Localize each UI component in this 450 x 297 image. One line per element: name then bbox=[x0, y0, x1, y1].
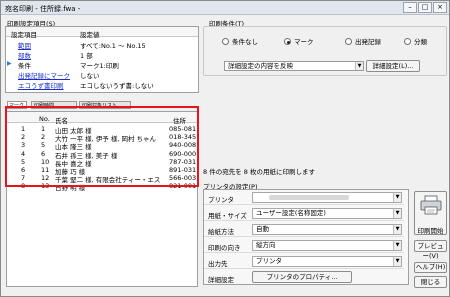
printer-setting-row: 用紙・サイズ ユーザー設定(名称固定) ▼ bbox=[204, 206, 404, 221]
settings-table: 設定項目 設定値 範囲 すべて:No.1 ～ No.15 部数 1 部 ▶ 条件 マーク1:… bbox=[5, 26, 199, 93]
condition-combo[interactable]: 詳細設定の内容を反映 ▼ bbox=[224, 61, 364, 71]
settings-col-value: 設定値 bbox=[80, 31, 100, 39]
printer-setting-row: 印刷の向き 縦方向 ▼ bbox=[204, 238, 404, 253]
settings-row[interactable]: エコうず書印刷 エコしないうず書:しない bbox=[6, 79, 198, 90]
printer-setting-select[interactable]: 自動 ▼ bbox=[252, 224, 402, 235]
radio-category-label: 分類 bbox=[414, 38, 427, 46]
printer-setting-value: 自動 bbox=[256, 225, 269, 233]
printer-setting-select[interactable]: ▼ bbox=[252, 192, 402, 203]
status-text: 8 件の宛先を 8 枚の用紙に印刷します bbox=[203, 168, 315, 176]
minimize-button[interactable]: – bbox=[403, 2, 417, 13]
printer-setting-value: 縦方向 bbox=[256, 241, 276, 249]
radio-mark-circle[interactable] bbox=[284, 38, 291, 45]
settings-col-item: 設定項目 bbox=[11, 31, 37, 39]
radio-no-condition[interactable]: 条件なし bbox=[222, 36, 258, 46]
chevron-down-icon[interactable]: ▼ bbox=[393, 241, 401, 250]
radio-mark-label: マーク bbox=[294, 38, 314, 46]
printer-icon bbox=[420, 195, 442, 215]
printer-setting-value: プリンタ bbox=[256, 257, 282, 265]
radio-category-circle[interactable] bbox=[404, 38, 411, 45]
condition-combo-value: 詳細設定の内容を反映 bbox=[228, 62, 293, 70]
settings-row[interactable]: 範囲 すべて:No.1 ～ No.15 bbox=[6, 39, 198, 50]
settings-row[interactable]: 部数 1 部 bbox=[6, 49, 198, 60]
printer-name-redacted bbox=[269, 195, 349, 200]
printer-setting-row: 給紙方法 自動 ▼ bbox=[204, 222, 404, 237]
settings-header: 設定項目 設定値 bbox=[6, 27, 198, 39]
chevron-down-icon[interactable]: ▼ bbox=[355, 62, 363, 70]
window-title: 宛名印刷 - 住所録.fwa - bbox=[5, 5, 81, 13]
radio-departure-record[interactable]: 出発記録 bbox=[345, 36, 381, 46]
settings-value: エコしないうず書:しない bbox=[80, 82, 154, 90]
printer-setting-label: 用紙・サイズ bbox=[208, 212, 247, 220]
radio-no-condition-label: 条件なし bbox=[232, 38, 258, 46]
current-row-marker-icon: ▶ bbox=[7, 60, 12, 67]
chevron-down-icon[interactable]: ▼ bbox=[393, 257, 401, 266]
printer-setting-label: 給紙方法 bbox=[208, 228, 234, 236]
maximize-button[interactable]: □ bbox=[418, 2, 432, 13]
radio-no-condition-circle[interactable] bbox=[222, 38, 229, 45]
printer-setting-label: プリンタ bbox=[208, 196, 234, 204]
printer-setting-row: 出力先 プリンタ ▼ bbox=[204, 254, 404, 269]
close-button[interactable]: 閉じる bbox=[414, 276, 447, 288]
radio-departure-record-circle[interactable] bbox=[345, 38, 352, 45]
help-button[interactable]: ヘルプ(H) bbox=[414, 262, 447, 273]
chevron-down-icon[interactable]: ▼ bbox=[393, 193, 401, 202]
print-start-button[interactable]: 印刷開始 bbox=[414, 191, 447, 235]
chevron-down-icon[interactable]: ▼ bbox=[393, 209, 401, 218]
printer-setting-select[interactable]: ユーザー設定(名称固定) ▼ bbox=[252, 208, 402, 219]
printer-setting-label: 印刷の向き bbox=[208, 244, 241, 252]
printer-setting-select[interactable]: プリンタ ▼ bbox=[252, 256, 402, 267]
printer-settings-panel: プリンタ ▼ 用紙・サイズ ユーザー設定(名称固定) ▼ 給紙方法 自動 ▼ 印刷の向き 縦方向 ▼… bbox=[203, 189, 409, 285]
title-bar: 宛名印刷 - 住所録.fwa - – □ × bbox=[1, 1, 449, 15]
highlight-box bbox=[5, 106, 199, 187]
radio-mark[interactable]: マーク bbox=[284, 36, 314, 46]
condition-group: 条件なし マーク 出発記録 分類 詳細設定の内容を反映 ▼ 詳細設定(L)... bbox=[203, 26, 447, 76]
settings-row[interactable]: 出発記録にマーク しない bbox=[6, 69, 198, 80]
settings-row[interactable]: ▶ 条件 マーク1:印刷 bbox=[6, 59, 198, 70]
printer-setting-row: プリンタ ▼ bbox=[204, 190, 404, 205]
printer-detail-label: 詳細設定 bbox=[208, 276, 234, 284]
radio-category[interactable]: 分類 bbox=[404, 36, 427, 46]
radio-departure-record-label: 出発記録 bbox=[355, 38, 381, 46]
printer-properties-button[interactable]: プリンタのプロパティ... bbox=[252, 271, 352, 283]
settings-item[interactable]: エコうず書印刷 bbox=[18, 80, 64, 90]
printer-setting-select[interactable]: 縦方向 ▼ bbox=[252, 240, 402, 251]
print-start-label: 印刷開始 bbox=[417, 227, 444, 235]
chevron-down-icon[interactable]: ▼ bbox=[393, 225, 401, 234]
printer-setting-label: 出力先 bbox=[208, 260, 228, 268]
printer-detail-row: 詳細設定 プリンタのプロパティ... bbox=[204, 270, 408, 284]
preview-button[interactable]: プレビュー(V) bbox=[414, 240, 447, 260]
close-window-button[interactable]: × bbox=[433, 2, 447, 13]
printer-setting-value: ユーザー設定(名称固定) bbox=[256, 209, 326, 217]
detail-settings-button[interactable]: 詳細設定(L)... bbox=[366, 60, 420, 72]
print-dialog-window: 宛名印刷 - 住所録.fwa - – □ × 印刷設定項目(S) 設定項目 設定… bbox=[0, 0, 450, 297]
